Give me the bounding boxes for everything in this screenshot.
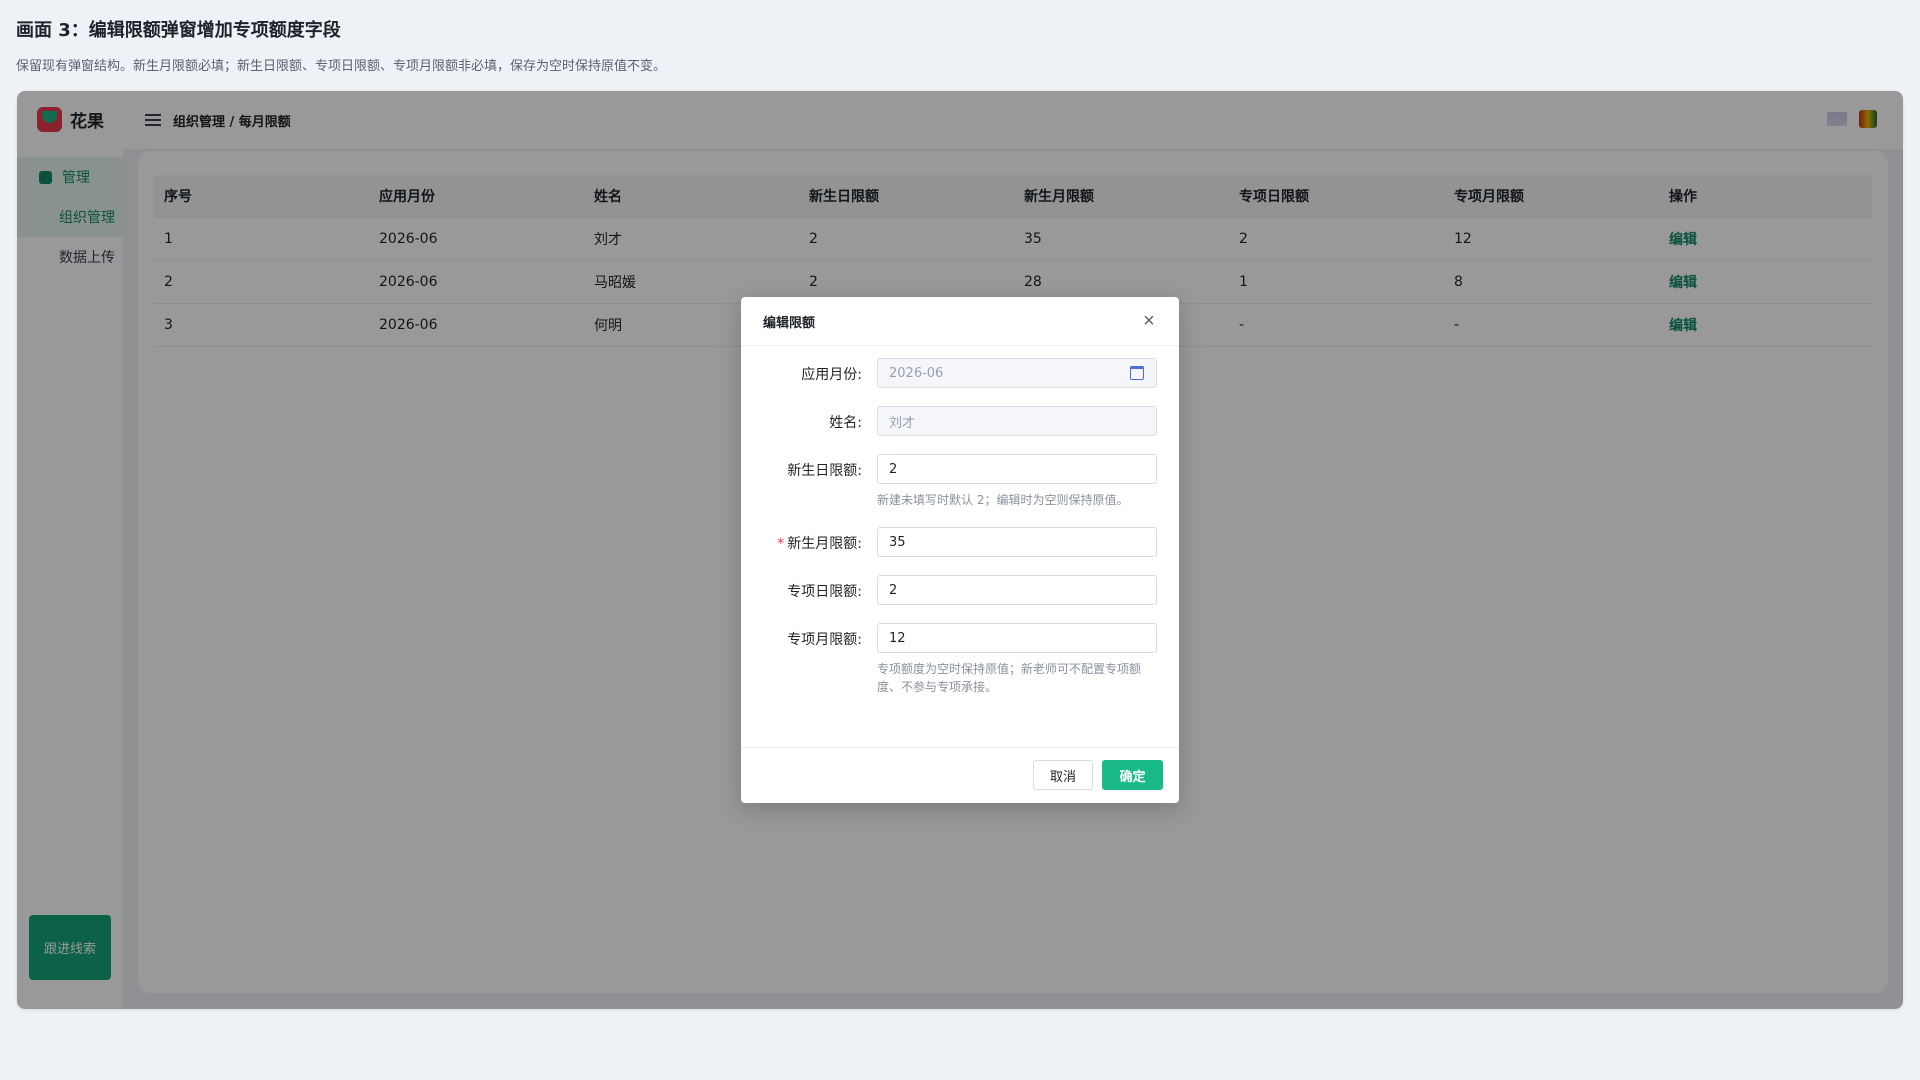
form-row-new-monthly: * 新生月限额: [741, 527, 1179, 557]
special-monthly-limit-input[interactable] [877, 623, 1157, 653]
cancel-button[interactable]: 取消 [1033, 760, 1093, 790]
name-label: 姓名: [829, 415, 862, 431]
edit-limit-dialog: 编辑限额 × 应用月份: 姓名: 新生日限额: 新建未填写时默认 2；编辑时为空… [741, 297, 1179, 803]
form-row-special-monthly: 专项月限额: [741, 623, 1179, 653]
month-field[interactable] [877, 358, 1157, 388]
new-daily-hint: 新建未填写时默认 2；编辑时为空则保持原值。 [877, 493, 1129, 507]
form-row-special-daily: 专项日限额: [741, 575, 1179, 605]
page-description: 保留现有弹窗结构。新生月限额必填；新生日限额、专项日限额、专项月限额非必填，保存… [16, 59, 667, 74]
close-icon[interactable]: × [1141, 311, 1157, 331]
page-heading: 画面 3：编辑限额弹窗增加专项额度字段 [16, 20, 341, 41]
special-monthly-label: 专项月限额: [787, 632, 862, 648]
special-daily-limit-input[interactable] [877, 575, 1157, 605]
month-label: 应用月份: [801, 367, 862, 383]
required-mark: * [777, 536, 785, 552]
form-row-month: 应用月份: [741, 358, 1179, 388]
new-monthly-label: * 新生月限额: [777, 533, 862, 553]
dialog-header: 编辑限额 × [741, 297, 1179, 346]
special-daily-label: 专项日限额: [787, 584, 862, 600]
new-daily-label: 新生日限额: [787, 463, 862, 479]
name-field[interactable] [877, 406, 1157, 436]
form-row-name: 姓名: [741, 406, 1179, 436]
special-limit-hint: 专项额度为空时保持原值；新老师可不配置专项额度、不参与专项承接。 [877, 662, 1142, 694]
dialog-footer: 取消 确定 [741, 747, 1179, 803]
form-row-new-daily: 新生日限额: [741, 454, 1179, 484]
new-monthly-limit-input[interactable] [877, 527, 1157, 557]
calendar-icon[interactable] [1130, 366, 1144, 380]
new-monthly-label-text: 新生月限额: [787, 536, 862, 552]
dialog-title: 编辑限额 [763, 315, 816, 331]
confirm-button[interactable]: 确定 [1102, 760, 1163, 790]
new-daily-limit-input[interactable] [877, 454, 1157, 484]
